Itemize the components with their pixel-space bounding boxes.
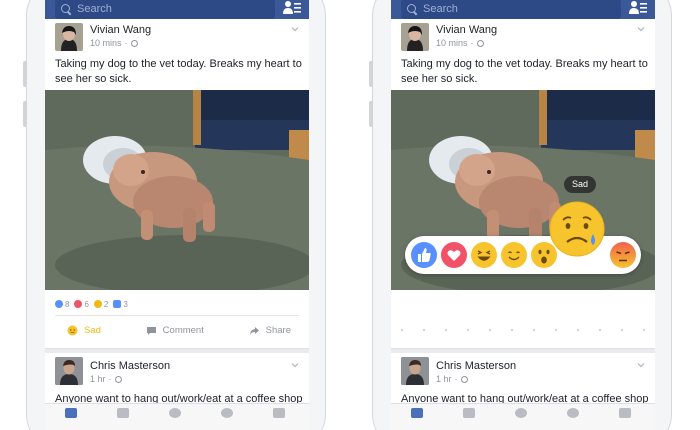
sad-count: 2 [93, 299, 109, 309]
search-icon [61, 3, 72, 15]
post-time[interactable]: 10 mins [90, 38, 122, 48]
tab-friends-icon[interactable] [463, 408, 475, 418]
post-time[interactable]: 10 mins [436, 38, 468, 48]
action-bar: Sad Comment Share [55, 315, 299, 345]
share-label: Share [265, 325, 291, 336]
tab-video-icon[interactable] [515, 408, 527, 418]
globe-icon [476, 39, 484, 47]
sad-count-text: 2 [103, 299, 109, 309]
tab-news-feed-icon[interactable] [411, 408, 423, 418]
post-card: Vivian Wang 10 mins · Taking my dog to t… [391, 19, 655, 349]
comment-bubble-icon [146, 326, 156, 335]
chevron-down-icon[interactable] [291, 361, 299, 369]
tab-globe-icon[interactable] [567, 408, 579, 418]
meta-separator: · [108, 374, 112, 384]
avatar[interactable] [55, 23, 83, 51]
friend-requests-icon[interactable] [629, 0, 647, 16]
post-meta: 10 mins · [90, 38, 138, 48]
post-author[interactable]: Vivian Wang [436, 24, 497, 36]
avatar[interactable] [55, 357, 83, 385]
meta-separator: · [470, 38, 474, 48]
globe-icon [130, 39, 138, 47]
post-author[interactable]: Vivian Wang [90, 24, 151, 36]
post-author[interactable]: Chris Masterson [436, 360, 516, 372]
chevron-down-icon[interactable] [291, 25, 299, 33]
like-count: 8 [55, 300, 69, 309]
post-meta: 1 hr · [90, 374, 122, 384]
search-input[interactable]: Search [401, 0, 621, 19]
post-author[interactable]: Chris Masterson [90, 360, 170, 372]
comment-button[interactable]: Comment [146, 325, 204, 336]
reaction-tooltip: Sad [564, 176, 597, 193]
sad-label: Sad [84, 325, 101, 336]
meta-separator: · [454, 374, 458, 384]
post-time[interactable]: 1 hr [90, 374, 106, 384]
post-text: Taking my dog to the vet today. Breaks m… [401, 58, 648, 85]
sad-icon [93, 300, 102, 308]
search-placeholder: Search [77, 3, 112, 15]
tab-video-icon[interactable] [169, 408, 181, 418]
post-photo[interactable] [45, 90, 309, 290]
comment-count: 3 [113, 299, 128, 309]
phone-left: Search Vivian Wang 10 mins · Taking my d… [23, 0, 326, 430]
avatar[interactable] [401, 23, 429, 51]
post-meta: 10 mins · [436, 38, 484, 48]
meta-separator: · [124, 38, 128, 48]
comment-count-text: 3 [123, 299, 128, 309]
tab-menu-icon[interactable] [619, 408, 631, 418]
post-card: Vivian Wang 10 mins · Taking my dog to t… [45, 19, 309, 349]
search-icon [407, 3, 418, 15]
chevron-down-icon[interactable] [637, 361, 645, 369]
love-count-text: 6 [84, 299, 89, 309]
share-arrow-icon [249, 326, 259, 335]
angry-icon[interactable] [609, 241, 637, 269]
phone-right: Search Vivian Wang 10 mins · Taking my d… [369, 0, 672, 430]
tab-globe-icon[interactable] [221, 408, 233, 418]
top-bar: Search [45, 0, 309, 19]
faded-action-bar [401, 329, 645, 333]
screen-left: Search Vivian Wang 10 mins · Taking my d… [45, 0, 309, 430]
haha-icon[interactable] [470, 241, 498, 269]
like-count-text: 8 [65, 299, 70, 309]
sad-face-icon [67, 325, 78, 336]
tab-friends-icon[interactable] [117, 408, 129, 418]
bottom-tab-bar [45, 403, 309, 430]
globe-icon [114, 375, 122, 383]
love-count: 6 [74, 299, 89, 309]
post-text: Taking my dog to the vet today. Breaks m… [55, 58, 302, 85]
like-icon [55, 300, 63, 308]
reactions-summary[interactable]: 8 6 2 3 [55, 298, 128, 310]
like-icon[interactable] [410, 241, 438, 269]
sad-reaction-button[interactable]: Sad [67, 325, 101, 336]
tab-news-feed-icon[interactable] [65, 408, 77, 418]
stage: Search Vivian Wang 10 mins · Taking my d… [0, 0, 700, 430]
search-input[interactable]: Search [55, 0, 275, 19]
bottom-tab-bar [391, 403, 655, 430]
love-icon[interactable] [440, 241, 468, 269]
share-button[interactable]: Share [249, 325, 291, 336]
globe-icon [460, 375, 468, 383]
comment-icon [113, 300, 122, 308]
sad-icon-selected[interactable] [548, 200, 606, 258]
avatar[interactable] [401, 357, 429, 385]
friend-requests-icon[interactable] [283, 0, 301, 16]
love-icon [74, 300, 83, 308]
post-meta: 1 hr · [436, 374, 468, 384]
chevron-down-icon[interactable] [637, 25, 645, 33]
search-placeholder: Search [423, 3, 458, 15]
screen-right: Search Vivian Wang 10 mins · Taking my d… [391, 0, 655, 430]
comment-label: Comment [162, 325, 204, 336]
yay-icon[interactable] [500, 241, 528, 269]
top-bar: Search [391, 0, 655, 19]
post-time[interactable]: 1 hr [436, 374, 452, 384]
tab-menu-icon[interactable] [273, 408, 285, 418]
